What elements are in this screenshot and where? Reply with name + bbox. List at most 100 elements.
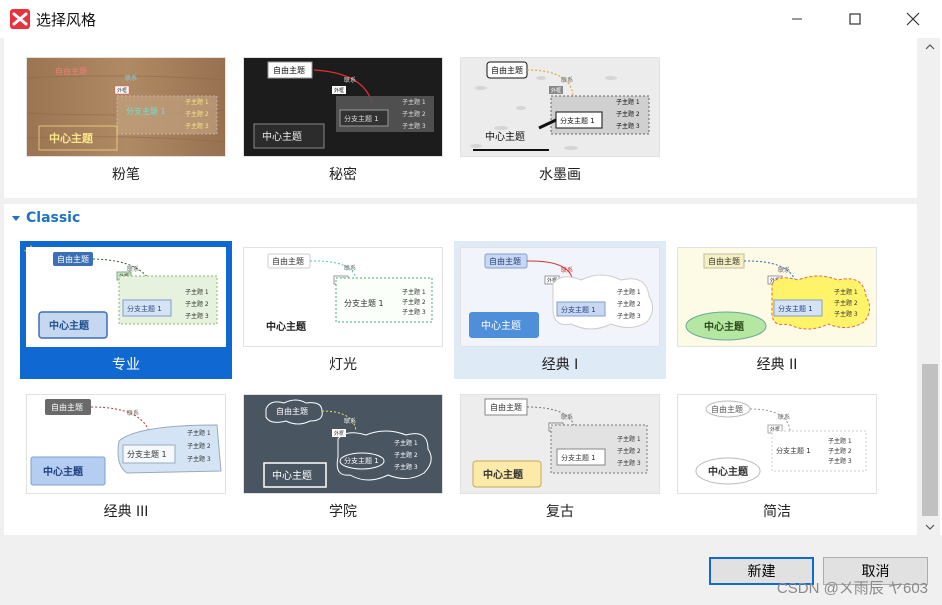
- svg-text:子主题 2: 子主题 2: [187, 442, 211, 450]
- style-label: 秘密: [329, 167, 357, 183]
- svg-text:子主题 1: 子主题 1: [185, 288, 209, 296]
- scroll-up-button[interactable]: [920, 38, 940, 55]
- svg-text:子主题 2: 子主题 2: [828, 447, 852, 455]
- svg-text:子主题 3: 子主题 3: [617, 312, 641, 320]
- svg-text:子主题 3: 子主题 3: [185, 122, 209, 130]
- window-title: 选择风格: [36, 11, 97, 29]
- style-tile-professional[interactable]: 自由主题 联系 外框 分支主题 1 子主题 1 子主题 2 子主题 3 中心主题…: [20, 241, 232, 379]
- svg-text:子主题 2: 子主题 2: [616, 110, 640, 118]
- close-button[interactable]: [884, 0, 942, 38]
- style-tile-retro[interactable]: 自由主题 联系 外框 分支主题 1 子主题 1 子主题 2 子主题 3 中心主题…: [454, 388, 666, 526]
- svg-text:子主题 3: 子主题 3: [617, 459, 641, 467]
- style-thumbnail: 自由主题 联系 外框 分支主题 1 子主题 1 子主题 2 子主题 3 中心主题: [677, 247, 877, 347]
- svg-text:中心主题: 中心主题: [49, 319, 90, 332]
- style-label: 水墨画: [539, 167, 581, 183]
- svg-text:子主题 1: 子主题 1: [617, 288, 641, 296]
- svg-text:分支主题 1: 分支主题 1: [561, 453, 596, 462]
- svg-text:联系: 联系: [125, 74, 137, 82]
- style-thumbnail: 自由主题 联系 外框 分支主题 1 子主题 1 子主题 2 子主题 3 中心主题: [26, 247, 226, 347]
- svg-text:子主题 1: 子主题 1: [617, 435, 641, 443]
- style-tile-light[interactable]: 自由主题 联系 外框 分支主题 1 子主题 1 子主题 2 子主题 3 中心主题…: [237, 241, 449, 379]
- style-label: 复古: [546, 504, 574, 520]
- maximize-button[interactable]: [826, 0, 884, 38]
- style-thumbnail: 自由主题 联系 外框 分支主题 1 子主题 1 子主题 2 子主题 3 中心主题: [243, 57, 443, 157]
- svg-text:外框: 外框: [117, 87, 127, 94]
- svg-text:分支主题 1: 分支主题 1: [560, 116, 595, 125]
- svg-text:子主题 1: 子主题 1: [185, 98, 209, 106]
- section-previous: 自由主题 联系 外框 分支主题 1 子主题 1 子主题 2 子主题 3 中心主题…: [4, 38, 917, 198]
- dialog-footer: 新建 取消 CSDN @ㄨ雨辰 ヤ603: [0, 535, 942, 605]
- svg-text:子主题 3: 子主题 3: [402, 122, 426, 130]
- scrollbar-thumb[interactable]: [922, 364, 938, 516]
- svg-text:子主题 2: 子主题 2: [185, 300, 209, 308]
- vertical-scrollbar[interactable]: [920, 38, 940, 535]
- svg-text:外框: 外框: [334, 87, 344, 94]
- style-tile-simple[interactable]: 自由主题 联系 外框 分支主题 1 子主题 1 子主题 2 子主题 3 中心主题…: [671, 388, 883, 526]
- svg-text:子主题 3: 子主题 3: [828, 457, 852, 465]
- title-bar: 选择风格: [0, 0, 942, 38]
- chevron-up-icon: [925, 43, 935, 49]
- style-label: 经典 III: [103, 504, 149, 520]
- svg-text:联系: 联系: [778, 266, 790, 274]
- minimize-icon: [792, 18, 802, 20]
- style-tile-classic-3[interactable]: 自由主题 联系 分支主题 1 子主题 1 子主题 2 子主题 3 中心主题 经典…: [20, 388, 232, 526]
- style-tile-chalk[interactable]: 自由主题 联系 外框 分支主题 1 子主题 1 子主题 2 子主题 3 中心主题…: [20, 51, 232, 189]
- chevron-down-icon: [12, 215, 20, 221]
- style-tile-academy[interactable]: 自由主题 联系 外框 分支主题 1 子主题 1 子主题 2 子主题 3 中心主题…: [237, 388, 449, 526]
- style-label: 灯光: [329, 357, 357, 373]
- svg-text:联系: 联系: [561, 266, 573, 274]
- svg-text:子主题 2: 子主题 2: [617, 447, 641, 455]
- svg-text:子主题 1: 子主题 1: [402, 288, 426, 296]
- svg-text:分支主题 1: 分支主题 1: [126, 106, 166, 116]
- style-thumbnail: 自由主题 联系 分支主题 1 子主题 1 子主题 2 子主题 3 中心主题: [26, 394, 226, 494]
- svg-text:中心主题: 中心主题: [272, 469, 312, 482]
- svg-text:子主题 2: 子主题 2: [402, 298, 426, 306]
- svg-text:中心主题: 中心主题: [262, 130, 302, 143]
- svg-text:联系: 联系: [561, 413, 573, 421]
- svg-text:中心主题: 中心主题: [481, 319, 521, 332]
- svg-text:中心主题: 中心主题: [266, 320, 307, 333]
- svg-text:中心主题: 中心主题: [485, 130, 525, 143]
- svg-text:联系: 联系: [127, 409, 139, 417]
- svg-text:自由主题: 自由主题: [273, 65, 305, 75]
- style-label: 学院: [329, 504, 357, 520]
- svg-text:子主题 3: 子主题 3: [394, 463, 418, 471]
- svg-text:联系: 联系: [344, 417, 356, 425]
- svg-text:子主题 1: 子主题 1: [394, 439, 418, 447]
- scroll-down-button[interactable]: [920, 518, 940, 535]
- svg-text:分支主题 1: 分支主题 1: [344, 298, 384, 308]
- maximize-icon: [849, 13, 861, 25]
- svg-text:自由主题: 自由主题: [489, 256, 521, 266]
- svg-text:中心主题: 中心主题: [708, 465, 749, 478]
- close-icon: [906, 12, 920, 26]
- svg-text:自由主题: 自由主题: [711, 404, 743, 414]
- style-tile-classic-2[interactable]: 自由主题 联系 外框 分支主题 1 子主题 1 子主题 2 子主题 3 中心主题…: [671, 241, 883, 379]
- style-tile-secret[interactable]: 自由主题 联系 外框 分支主题 1 子主题 1 子主题 2 子主题 3 中心主题…: [237, 51, 449, 189]
- style-thumbnail: 自由主题 联系 外框 分支主题 1 子主题 1 子主题 2 子主题 3 中心主题: [243, 394, 443, 494]
- svg-text:子主题 3: 子主题 3: [834, 310, 858, 318]
- chevron-down-icon: [925, 524, 935, 530]
- svg-text:子主题 2: 子主题 2: [185, 110, 209, 118]
- minimize-button[interactable]: [768, 0, 826, 38]
- style-tile-classic-1[interactable]: 自由主题 联系 外框 分支主题 1 子主题 1 子主题 2 子主题 3 中心主题…: [454, 241, 666, 379]
- svg-text:自由主题: 自由主题: [276, 406, 308, 416]
- section-header-classic[interactable]: Classic: [12, 208, 80, 228]
- style-thumbnail: 自由主题 联系 外框 分支主题 1 子主题 1 子主题 2 子主题 3 中心主题: [460, 394, 660, 494]
- svg-text:联系: 联系: [778, 413, 790, 421]
- svg-text:中心主题: 中心主题: [49, 131, 94, 145]
- svg-text:中心主题: 中心主题: [483, 468, 524, 481]
- svg-text:自由主题: 自由主题: [272, 256, 304, 266]
- svg-text:分支主题 1: 分支主题 1: [561, 305, 596, 314]
- svg-text:子主题 3: 子主题 3: [402, 308, 426, 316]
- svg-text:外框: 外框: [551, 87, 561, 94]
- svg-text:分支主题 1: 分支主题 1: [778, 304, 813, 313]
- svg-text:分支主题 1: 分支主题 1: [127, 449, 167, 459]
- svg-text:中心主题: 中心主题: [704, 320, 745, 333]
- style-tile-ink[interactable]: 自由主题 联系 外框 分支主题 1 子主题 1 子主题 2 子主题 3 中心主题…: [454, 51, 666, 189]
- svg-text:中心主题: 中心主题: [43, 465, 84, 478]
- svg-text:子主题 1: 子主题 1: [828, 437, 852, 445]
- style-gallery[interactable]: 自由主题 联系 外框 分支主题 1 子主题 1 子主题 2 子主题 3 中心主题…: [0, 38, 920, 535]
- svg-text:子主题 3: 子主题 3: [185, 312, 209, 320]
- style-thumbnail: 自由主题 联系 外框 分支主题 1 子主题 1 子主题 2 子主题 3 中心主题: [26, 57, 226, 157]
- svg-text:外框: 外框: [334, 430, 344, 437]
